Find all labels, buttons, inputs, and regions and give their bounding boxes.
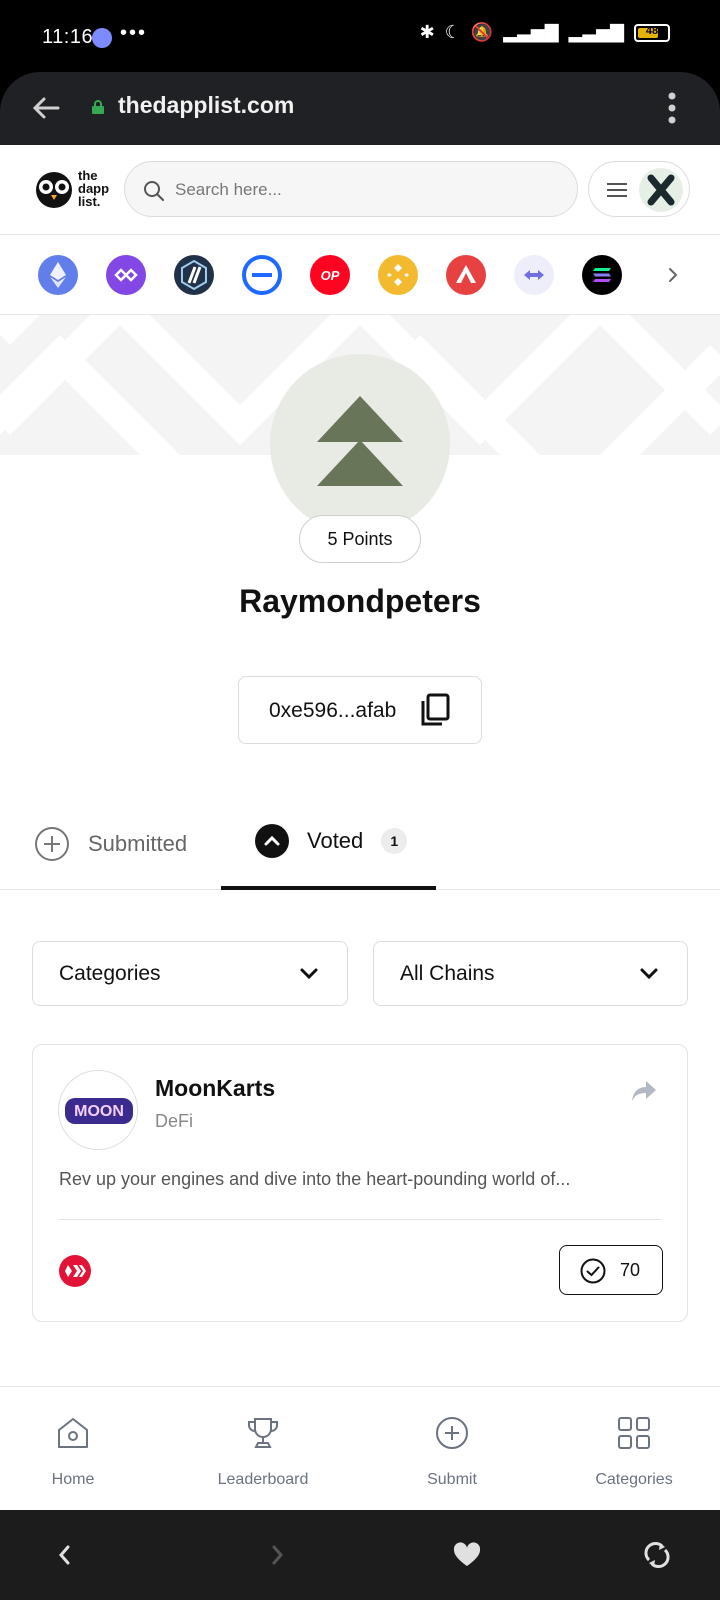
tab-voted-label: Voted — [307, 828, 364, 853]
bnb-icon — [378, 255, 418, 295]
optimism-icon: OP — [310, 255, 350, 295]
ethereum-icon — [38, 255, 78, 295]
back-chevron-icon[interactable] — [50, 1540, 80, 1570]
bridge-icon — [514, 255, 554, 295]
categories-dropdown-label: Categories — [59, 962, 161, 985]
chains-dropdown-label: All Chains — [400, 962, 495, 985]
status-icons: ✱ ☾ 🔕 ▂▃▅▇ ▂▃▅▇ 48 — [420, 22, 670, 43]
double-chevron-up-icon — [317, 396, 403, 486]
notification-dots: ••• — [120, 22, 148, 44]
chains-dropdown[interactable]: All Chains — [373, 941, 688, 1006]
tab-submitted[interactable]: Submitted — [34, 824, 187, 864]
hive-chain-icon — [59, 1255, 91, 1287]
wallet-address: 0xe596...afab — [269, 699, 397, 722]
nav-submit-label: Submit — [427, 1471, 477, 1488]
more-menu-icon[interactable] — [668, 92, 676, 124]
avatar[interactable] — [639, 168, 683, 212]
share-icon[interactable] — [631, 1079, 657, 1103]
logo-text: the dapp list. — [78, 168, 110, 209]
chain-avalanche[interactable] — [446, 255, 486, 295]
chevron-right-icon[interactable] — [660, 257, 688, 293]
chain-zksync[interactable] — [242, 255, 282, 295]
moonkarts-logo-icon: MOON — [59, 1071, 137, 1149]
copy-icon[interactable] — [419, 693, 451, 727]
profile-username: Raymondpeters — [239, 583, 481, 619]
signal-4g-icon: ▂▃▅▇ — [568, 22, 624, 42]
chain-bridge[interactable] — [514, 255, 554, 295]
plus-circle-icon — [35, 827, 69, 861]
vote-button[interactable]: 70 — [559, 1245, 663, 1295]
svg-text:OP: OP — [321, 268, 340, 283]
profile-avatar — [270, 354, 450, 534]
chain-selector-row: OP — [0, 235, 720, 315]
nav-submit[interactable]: Submit — [392, 1387, 512, 1511]
chain-ethereum[interactable] — [38, 255, 78, 295]
solana-icon — [582, 255, 622, 295]
check-circle-icon — [580, 1258, 606, 1284]
bluetooth-icon: ✱ — [419, 22, 435, 42]
categories-dropdown[interactable]: Categories — [32, 941, 348, 1006]
dapp-card[interactable]: MOON MoonKarts DeFi Rev up your engines … — [32, 1044, 688, 1322]
site-header: the dapp list. Search here... — [0, 145, 720, 235]
avalanche-icon — [446, 255, 486, 295]
status-bar: 11:16 ••• ✱ ☾ 🔕 ▂▃▅▇ ▂▃▅▇ 48 — [0, 0, 720, 72]
points-badge: 5 Points — [299, 515, 421, 563]
signal-icon: ▂▃▅▇ — [503, 22, 559, 42]
nav-categories-label: Categories — [595, 1471, 673, 1488]
hamburger-icon — [607, 183, 627, 197]
system-navigation-bar — [0, 1510, 720, 1600]
chain-arbitrum[interactable] — [174, 255, 214, 295]
arbitrum-icon — [174, 255, 214, 295]
refresh-icon[interactable] — [642, 1540, 672, 1570]
svg-text:MOON: MOON — [74, 1103, 124, 1120]
wallet-address-box[interactable]: 0xe596...afab — [238, 676, 482, 744]
back-arrow-icon[interactable] — [30, 92, 62, 124]
forward-chevron-icon[interactable] — [262, 1540, 292, 1570]
profile-tabs: Submitted Voted 1 — [0, 800, 720, 890]
chevron-up-icon — [255, 824, 289, 858]
chain-optimism[interactable]: OP — [310, 255, 350, 295]
nav-categories[interactable]: Categories — [574, 1387, 694, 1511]
polygon-icon — [106, 255, 146, 295]
search-icon — [144, 181, 164, 201]
discord-icon — [92, 28, 112, 48]
bottom-navigation: Home Leaderboard Submit Categories — [0, 1386, 720, 1510]
nav-home[interactable]: Home — [0, 1387, 146, 1511]
x-avatar-icon — [647, 174, 675, 206]
moon-icon: ☾ — [444, 22, 461, 42]
status-time: 11:16 — [42, 26, 94, 48]
dapp-logo: MOON — [58, 1070, 138, 1150]
voted-count-badge: 1 — [381, 828, 408, 854]
tab-voted[interactable]: Voted 1 — [221, 800, 436, 890]
dapp-name[interactable]: MoonKarts — [155, 1075, 275, 1102]
home-icon — [58, 1418, 88, 1448]
tab-submitted-label: Submitted — [88, 831, 188, 856]
menu-button[interactable] — [588, 161, 690, 217]
card-divider — [59, 1219, 661, 1220]
chain-bnb[interactable] — [378, 255, 418, 295]
chevron-down-icon — [640, 968, 658, 980]
trophy-icon — [248, 1418, 278, 1448]
search-placeholder: Search here... — [175, 180, 282, 199]
plus-circle-icon — [436, 1417, 468, 1449]
zksync-icon — [242, 255, 282, 295]
nav-leaderboard[interactable]: Leaderboard — [192, 1387, 334, 1511]
dapp-description: Rev up your engines and dive into the he… — [59, 1169, 571, 1189]
search-input[interactable]: Search here... — [124, 161, 578, 217]
nav-home-label: Home — [51, 1471, 95, 1488]
battery-icon: 48 — [634, 23, 670, 42]
chevron-down-icon — [300, 968, 318, 980]
vote-count: 70 — [620, 1260, 641, 1280]
chain-solana[interactable] — [582, 255, 622, 295]
grid-icon — [618, 1417, 650, 1449]
url-bar[interactable]: thedapplist.com — [118, 92, 294, 119]
heart-icon[interactable] — [452, 1540, 482, 1570]
chain-polygon[interactable] — [106, 255, 146, 295]
mute-icon: 🔕 — [470, 22, 494, 42]
lock-icon — [92, 100, 104, 114]
dapp-category: DeFi — [155, 1111, 194, 1131]
nav-leaderboard-label: Leaderboard — [217, 1471, 309, 1488]
browser-bar: thedapplist.com — [0, 72, 720, 145]
